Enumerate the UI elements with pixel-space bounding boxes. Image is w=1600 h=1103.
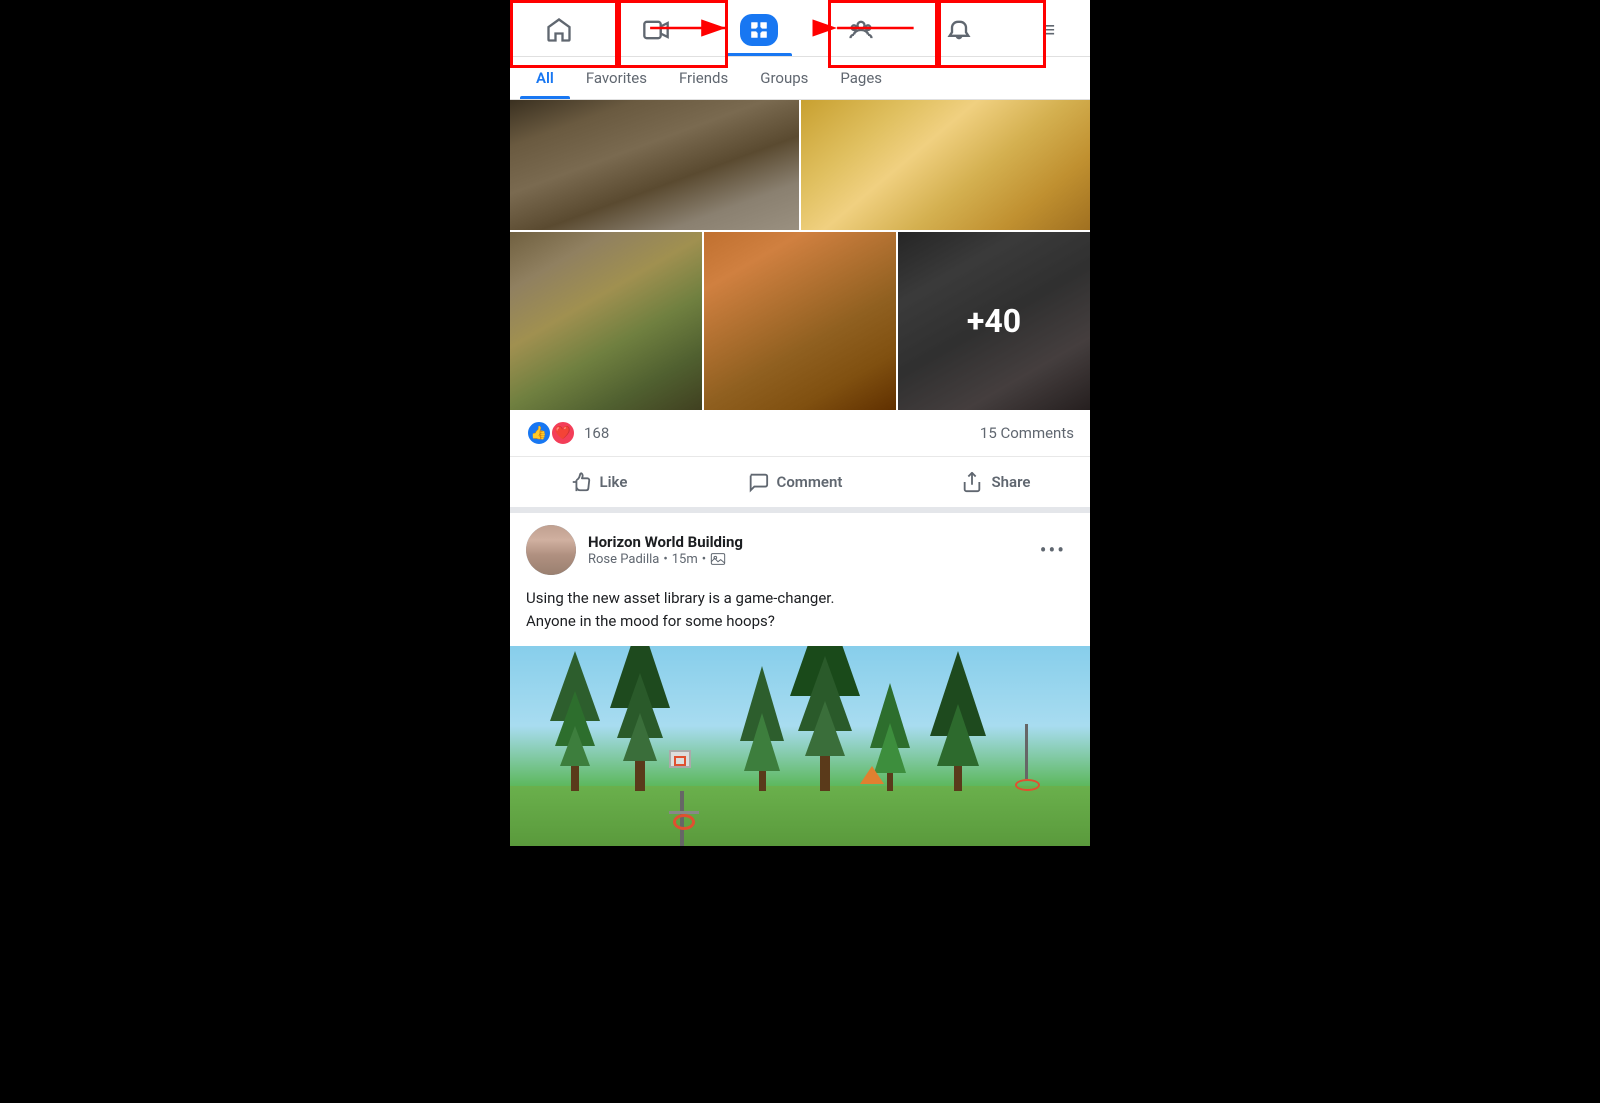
post2-header: Horizon World Building Rose Padilla • 15… xyxy=(510,513,1090,583)
tree-4 xyxy=(790,646,860,791)
nav-menu[interactable]: ≡ xyxy=(1028,11,1069,49)
comment-label: Comment xyxy=(777,473,843,491)
nav-video[interactable] xyxy=(628,10,684,50)
like-bubble: 👍 xyxy=(526,420,552,446)
photo-icon xyxy=(710,551,726,567)
tab-friends[interactable]: Friends xyxy=(663,57,744,99)
share-label: Share xyxy=(991,473,1030,491)
post-image-seafood2[interactable] xyxy=(702,232,896,410)
reaction-count: 168 xyxy=(584,424,609,442)
post2-time: 15m xyxy=(672,552,698,567)
tab-favorites[interactable]: Favorites xyxy=(570,57,663,99)
ground xyxy=(510,786,1090,846)
post2-body: Using the new asset library is a game-ch… xyxy=(510,583,1090,646)
post2-meta: Horizon World Building Rose Padilla • 15… xyxy=(588,533,743,567)
post2-options[interactable]: ••• xyxy=(1032,534,1074,566)
like-button[interactable]: Like xyxy=(550,461,648,503)
tree-2 xyxy=(610,646,670,791)
comments-count[interactable]: 15 Comments xyxy=(980,424,1074,442)
post2-card: Horizon World Building Rose Padilla • 15… xyxy=(510,513,1090,846)
tab-all[interactable]: All xyxy=(520,57,570,99)
tree-6 xyxy=(930,651,986,791)
post2-author[interactable]: Rose Padilla xyxy=(588,552,659,567)
post-image-meats[interactable]: +40 xyxy=(896,232,1090,410)
plus-count: +40 xyxy=(967,302,1021,340)
basketball-hoop-right xyxy=(1012,724,1040,791)
post2-body-line2: Anyone in the mood for some hoops? xyxy=(526,612,775,630)
nav-feed[interactable] xyxy=(726,8,792,52)
comment-button[interactable]: Comment xyxy=(727,461,863,503)
hamburger-icon: ≡ xyxy=(1042,17,1055,43)
nav-icons-container: ≡ xyxy=(510,0,1090,56)
tab-pages[interactable]: Pages xyxy=(824,57,898,99)
tree-1 xyxy=(550,651,600,791)
post2-avatar[interactable] xyxy=(526,525,576,575)
tent xyxy=(860,766,884,784)
horizon-world-image[interactable] xyxy=(510,646,1090,846)
plus-overlay: +40 xyxy=(898,232,1090,410)
nav-notifications[interactable] xyxy=(931,10,987,50)
reaction-icons: 👍 ❤️ 168 xyxy=(526,420,609,446)
tab-groups[interactable]: Groups xyxy=(744,57,824,99)
like-label: Like xyxy=(600,473,628,491)
post-image-seafood1[interactable] xyxy=(510,232,702,410)
post-image-gold[interactable] xyxy=(799,100,1090,230)
like-emoji: 👍 xyxy=(531,426,547,441)
reactions-row: 👍 ❤️ 168 15 Comments xyxy=(510,410,1090,457)
action-buttons: Like Comment Share xyxy=(510,457,1090,513)
nav-groups[interactable] xyxy=(833,10,889,50)
post2-body-line1: Using the new asset library is a game-ch… xyxy=(526,589,834,607)
tree-3 xyxy=(740,666,784,791)
three-dots-icon[interactable]: ••• xyxy=(1032,534,1074,566)
post2-group-name[interactable]: Horizon World Building xyxy=(588,533,743,551)
share-button[interactable]: Share xyxy=(941,461,1050,503)
love-bubble: ❤️ xyxy=(550,420,576,446)
post1-images: +40 xyxy=(510,100,1090,410)
phone-frame: ≡ All Favorites Friends Groups Pages xyxy=(510,0,1090,846)
post-image-wine[interactable] xyxy=(510,100,799,230)
love-emoji: ❤️ xyxy=(555,426,571,441)
post2-author-line: Rose Padilla • 15m • xyxy=(588,551,743,567)
nav-home[interactable] xyxy=(531,10,587,50)
filter-tabs: All Favorites Friends Groups Pages xyxy=(510,57,1090,100)
top-nav: ≡ xyxy=(510,0,1090,57)
